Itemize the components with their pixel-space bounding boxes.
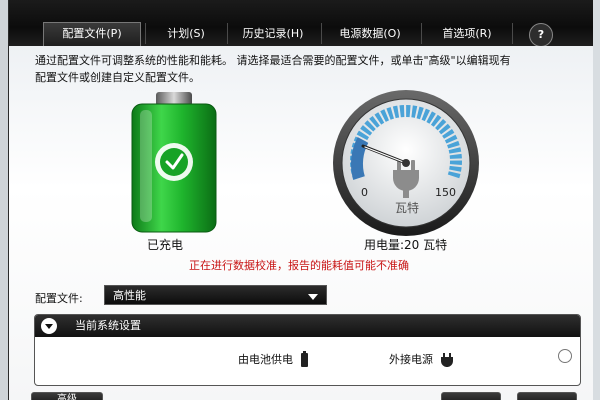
gauge-max-label: 150 (435, 186, 456, 199)
apply-button[interactable] (441, 392, 501, 400)
collapse-icon[interactable] (41, 318, 57, 334)
chevron-down-icon (308, 294, 318, 300)
current-settings-header[interactable]: 当前系统设置 (35, 315, 580, 337)
battery-icon (131, 92, 217, 233)
gauge-unit-label: 瓦特 (395, 200, 419, 215)
current-settings-panel: 当前系统设置 由电池供电 外接电源 (34, 314, 581, 386)
power-gauge: 0 150 瓦特 (333, 90, 479, 236)
tab-profiles[interactable]: 配置文件(P) (43, 22, 141, 47)
profile-selected-value: 高性能 (113, 289, 146, 302)
description-line-1: 通过配置文件可调整系统的性能和能耗。 请选择最适合需要的配置文件，或单击"高级"… (35, 54, 511, 67)
column-battery-label: 由电池供电 (238, 353, 293, 366)
description-text: 通过配置文件可调整系统的性能和能耗。 请选择最适合需要的配置文件，或单击"高级"… (35, 52, 585, 86)
profile-label: 配置文件: (35, 292, 83, 305)
plug-small-icon (440, 353, 453, 367)
profile-select[interactable]: 高性能 (104, 285, 327, 305)
description-line-2: 配置文件或创建自定义配置文件。 (35, 71, 200, 84)
help-button[interactable]: ? (529, 23, 553, 47)
battery-small-icon (300, 351, 308, 367)
calibration-warning: 正在进行数据校准，报告的能耗值可能不准确 (189, 259, 409, 272)
column-ac: 外接电源 (389, 351, 453, 367)
power-usage-label: 用电量:20 瓦特 (364, 238, 448, 252)
current-settings-title: 当前系统设置 (75, 319, 141, 332)
power-manager-window: 配置文件(P) 计划(S) 历史记录(H) 电源数据(O) 首选项(R) ? 通… (8, 0, 594, 400)
tab-power-data[interactable]: 电源数据(O) (321, 23, 418, 44)
profiles-panel: 通过配置文件可调整系统的性能和能耗。 请选择最适合需要的配置文件，或单击"高级"… (9, 46, 593, 400)
advanced-button[interactable]: 高级 (31, 392, 103, 400)
gauge-min-label: 0 (361, 186, 368, 199)
tab-preferences[interactable]: 首选项(R) (421, 23, 513, 44)
battery-status-label: 已充电 (147, 238, 184, 252)
column-battery: 由电池供电 (238, 351, 308, 367)
tab-bar: 配置文件(P) 计划(S) 历史记录(H) 电源数据(O) 首选项(R) ? (9, 0, 593, 47)
tab-history[interactable]: 历史记录(H) (227, 23, 318, 44)
tab-schedule[interactable]: 计划(S) (145, 23, 226, 44)
close-button[interactable] (517, 392, 577, 400)
column-ac-label: 外接电源 (389, 353, 433, 366)
background-edge (593, 0, 600, 400)
scroll-handle[interactable] (558, 349, 572, 363)
